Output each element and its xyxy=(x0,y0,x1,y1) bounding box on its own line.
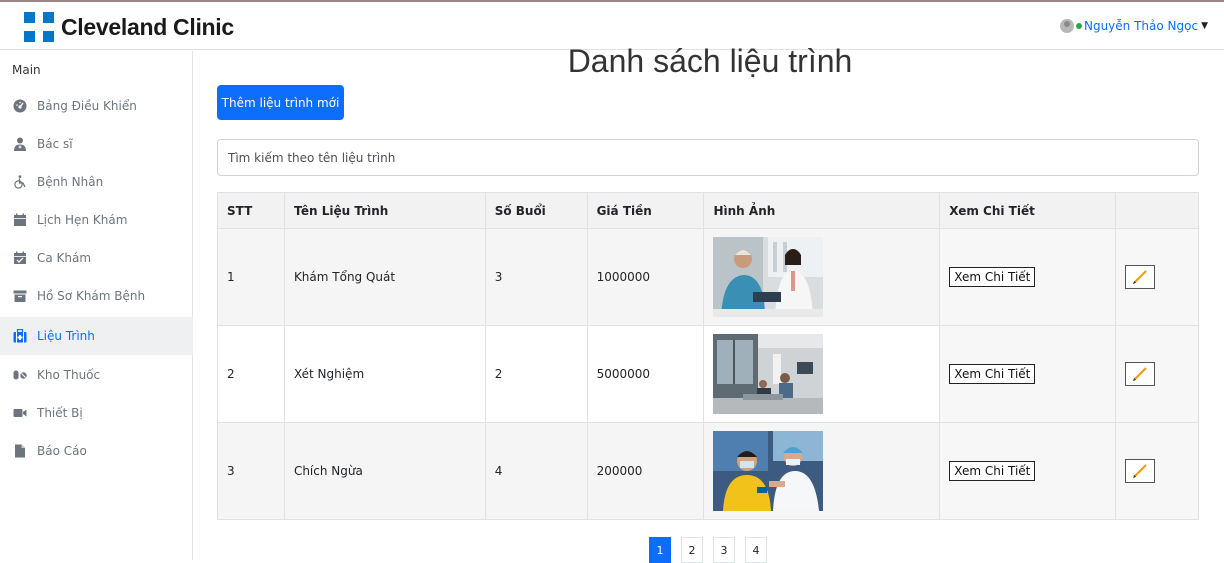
pencil-icon xyxy=(1133,464,1147,478)
page-button-1[interactable]: 1 xyxy=(649,537,671,563)
cell-stt: 3 xyxy=(217,422,285,520)
cell-price: 5000000 xyxy=(586,325,705,423)
cell-sessions: 3 xyxy=(484,228,588,326)
cell-name: Xét Nghiệm xyxy=(283,325,486,423)
cell-name: Khám Tổng Quát xyxy=(283,228,486,326)
column-header-sessions: Số Buổi xyxy=(484,192,588,229)
sidebar-item-label: Ca Khám xyxy=(37,251,92,265)
pills-icon xyxy=(13,368,27,382)
cell-edit xyxy=(1115,325,1199,423)
sidebar-item-label: Bác sĩ xyxy=(37,137,73,151)
table-row: 3 Chích Ngừa 4 200000 Xem Chi Tiết xyxy=(217,422,1199,520)
lab-room-photo xyxy=(713,334,824,414)
brand-name: Cleveland Clinic xyxy=(61,13,234,40)
cell-image xyxy=(703,228,941,326)
add-treatment-button[interactable]: Thêm liệu trình mới xyxy=(217,85,344,120)
edit-button[interactable] xyxy=(1125,265,1156,289)
sidebar-item-label: Thiết Bị xyxy=(37,406,83,420)
table-header-row: STT Tên Liệu Trình Số Buổi Giá Tiền Hình… xyxy=(217,192,1199,229)
column-header-actions xyxy=(1115,192,1199,229)
cell-image xyxy=(703,422,941,520)
sidebar-item-label: Lịch Hẹn Khám xyxy=(37,213,128,227)
sidebar-item-appointments[interactable]: Lịch Hẹn Khám xyxy=(0,201,193,239)
dashboard-icon xyxy=(13,99,27,113)
avatar xyxy=(1059,19,1074,33)
brand[interactable]: Cleveland Clinic xyxy=(24,12,234,42)
user-name: Nguyễn Thảo Ngọc xyxy=(1083,19,1199,33)
table-row: 1 Khám Tổng Quát 3 1000000 Xem Chi Tiết xyxy=(217,228,1199,326)
sidebar-item-medical-records[interactable]: Hồ Sơ Khám Bệnh xyxy=(0,277,193,315)
file-icon xyxy=(13,444,27,458)
cell-stt: 2 xyxy=(217,325,285,423)
table-row: 2 Xét Nghiệm 2 5000000 Xem Chi Tiết xyxy=(217,325,1199,423)
child-vaccination-photo xyxy=(713,431,824,511)
sidebar-item-pharmacy[interactable]: Kho Thuốc xyxy=(0,356,193,394)
column-header-stt: STT xyxy=(217,192,285,229)
edit-button[interactable] xyxy=(1125,459,1156,483)
cell-name: Chích Ngừa xyxy=(283,422,486,520)
cell-detail: Xem Chi Tiết xyxy=(939,228,1117,326)
user-menu[interactable]: Nguyễn Thảo Ngọc ▼ xyxy=(1059,19,1208,33)
view-details-button[interactable]: Xem Chi Tiết xyxy=(949,461,1036,481)
sidebar-item-shifts[interactable]: Ca Khám xyxy=(0,239,193,277)
cell-stt: 1 xyxy=(217,228,285,326)
cell-edit xyxy=(1115,228,1199,326)
sidebar-item-label: Bệnh Nhân xyxy=(37,175,104,189)
cell-edit xyxy=(1115,422,1199,520)
sidebar-item-dashboard[interactable]: Bảng Điều Khiển xyxy=(0,87,193,125)
page-button-3[interactable]: 3 xyxy=(713,537,735,563)
edit-button[interactable] xyxy=(1125,362,1156,386)
sidebar-item-label: Báo Cáo xyxy=(37,444,87,458)
sidebar-heading: Main xyxy=(12,63,41,77)
calendar-check-icon xyxy=(13,251,27,265)
page-button-4[interactable]: 4 xyxy=(745,537,767,563)
column-header-details: Xem Chi Tiết xyxy=(939,192,1117,229)
view-details-button[interactable]: Xem Chi Tiết xyxy=(949,364,1036,384)
column-header-name: Tên Liệu Trình xyxy=(283,192,486,229)
cell-sessions: 2 xyxy=(484,325,588,423)
cell-price: 1000000 xyxy=(586,228,705,326)
sidebar-item-label: Bảng Điều Khiển xyxy=(37,99,137,113)
page-title: Danh sách liệu trình xyxy=(567,43,853,79)
video-camera-icon xyxy=(13,406,27,420)
calendar-icon xyxy=(13,213,27,227)
wheelchair-icon xyxy=(13,175,27,189)
sidebar-item-equipment[interactable]: Thiết Bị xyxy=(0,394,193,432)
pencil-icon xyxy=(1133,270,1147,284)
search-input[interactable] xyxy=(217,139,1199,176)
view-details-button[interactable]: Xem Chi Tiết xyxy=(949,267,1036,287)
cleveland-clinic-logo-icon xyxy=(24,12,54,42)
sidebar-item-label: Hồ Sơ Khám Bệnh xyxy=(37,289,146,303)
column-header-image: Hình Ảnh xyxy=(703,192,941,229)
sidebar-item-treatments[interactable]: Liệu Trình xyxy=(0,317,193,355)
cell-detail: Xem Chi Tiết xyxy=(939,325,1117,423)
archive-icon xyxy=(13,289,27,303)
sidebar-item-doctors[interactable]: Bác sĩ xyxy=(0,125,193,163)
cell-sessions: 4 xyxy=(484,422,588,520)
sidebar-item-label: Liệu Trình xyxy=(37,329,95,343)
doctor-checkup-photo xyxy=(713,237,824,317)
sidebar-item-reports[interactable]: Báo Cáo xyxy=(0,432,193,470)
column-header-price: Giá Tiền xyxy=(586,192,705,229)
sidebar-item-patients[interactable]: Bệnh Nhân xyxy=(0,163,193,201)
pagination: 1 2 3 4 xyxy=(649,537,777,563)
cell-image xyxy=(703,325,941,423)
cell-price: 200000 xyxy=(586,422,705,520)
page-button-2[interactable]: 2 xyxy=(681,537,703,563)
online-status-icon xyxy=(1075,23,1082,29)
doctor-icon xyxy=(13,137,27,151)
pencil-icon xyxy=(1133,367,1147,381)
caret-down-icon: ▼ xyxy=(1201,21,1208,31)
cell-detail: Xem Chi Tiết xyxy=(939,422,1117,520)
treatment-table: STT Tên Liệu Trình Số Buổi Giá Tiền Hình… xyxy=(217,192,1199,520)
sidebar-item-label: Kho Thuốc xyxy=(37,368,101,382)
sidebar: Main Bảng Điều Khiển Bác sĩ Bệnh Nhân Lị… xyxy=(0,51,193,560)
first-aid-kit-icon xyxy=(13,329,27,343)
